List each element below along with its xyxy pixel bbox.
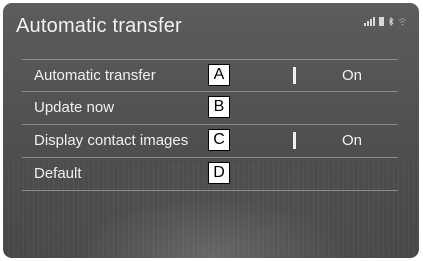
setting-label: Default — [34, 165, 82, 182]
callout-marker: C — [208, 129, 230, 151]
status-bar — [364, 16, 407, 26]
callout-marker: A — [208, 64, 230, 86]
page-title: Automatic transfer — [16, 15, 182, 37]
callout-marker: B — [208, 96, 230, 118]
setting-row-default[interactable]: Default D — [22, 158, 398, 191]
setting-value: On — [342, 132, 363, 149]
settings-list: Automatic transfer A On Update now B Dis… — [22, 59, 398, 191]
wifi-icon — [398, 18, 407, 26]
setting-label: Update now — [34, 99, 115, 116]
toggle-indicator — [293, 67, 296, 84]
battery-icon — [379, 17, 384, 26]
toggle-indicator — [293, 132, 296, 149]
signal-icon — [364, 16, 375, 26]
setting-label: Display contact images — [34, 132, 189, 149]
setting-label: Automatic transfer — [34, 67, 156, 84]
callout-marker: D — [208, 162, 230, 184]
setting-row-display-contact-images[interactable]: Display contact images C On — [22, 125, 398, 158]
setting-value: On — [342, 67, 363, 84]
bluetooth-icon — [388, 17, 394, 26]
setting-row-update-now[interactable]: Update now B — [22, 92, 398, 125]
setting-row-automatic-transfer[interactable]: Automatic transfer A On — [22, 59, 398, 92]
display-screen: Automatic transfer Automatic transfer A … — [3, 3, 419, 258]
